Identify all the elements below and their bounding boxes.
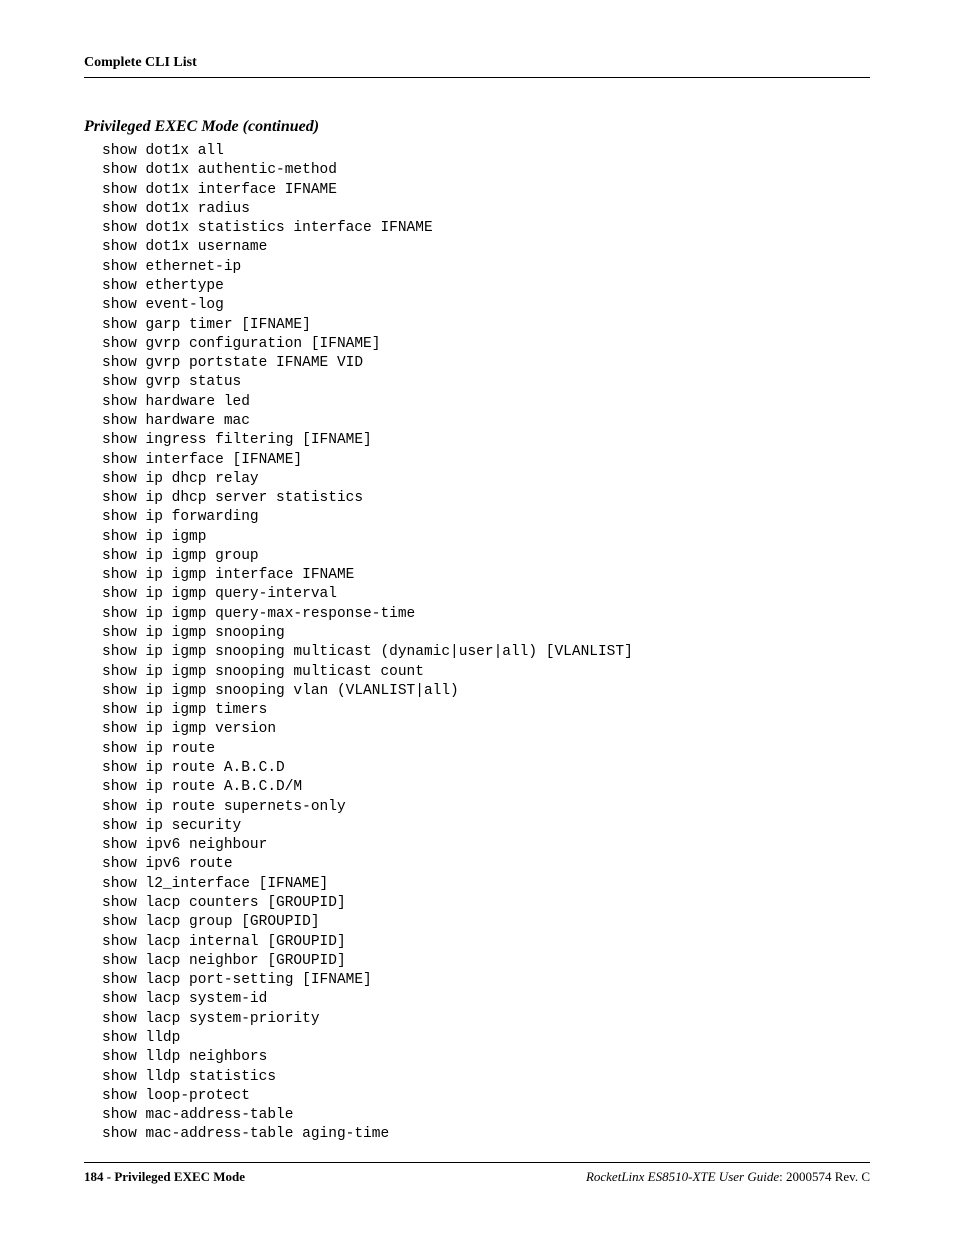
footer-guide-name: RocketLinx ES8510-XTE User Guide xyxy=(586,1169,779,1184)
page-container: Complete CLI List Privileged EXEC Mode (… xyxy=(0,0,954,1145)
section-title: Privileged EXEC Mode (continued) xyxy=(84,118,870,136)
footer-guide-info: RocketLinx ES8510-XTE User Guide: 200057… xyxy=(586,1169,870,1185)
cli-command-list: show dot1x all show dot1x authentic-meth… xyxy=(84,142,870,1145)
footer-revision: : 2000574 Rev. C xyxy=(779,1169,870,1184)
footer-page-label: 184 - Privileged EXEC Mode xyxy=(84,1169,245,1185)
header-title: Complete CLI List xyxy=(84,55,197,70)
page-footer: 184 - Privileged EXEC Mode RocketLinx ES… xyxy=(84,1162,870,1185)
page-header: Complete CLI List xyxy=(84,55,870,78)
